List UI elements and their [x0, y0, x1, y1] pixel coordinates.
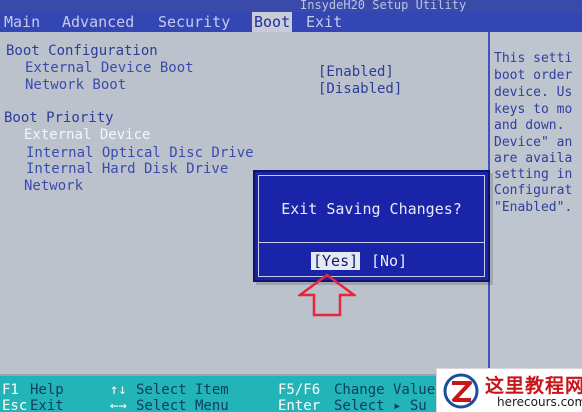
boot-config-heading: Boot Configuration [6, 43, 158, 59]
help-line: device. Us [494, 85, 573, 100]
help-line: boot order [494, 68, 573, 83]
menu-exit[interactable]: Exit [306, 12, 342, 32]
dialog-message: Exit Saving Changes? [281, 200, 462, 218]
watermark-logo-icon [443, 373, 479, 409]
footer-key: Esc [2, 398, 28, 412]
help-line: keys to mo [494, 102, 573, 117]
title-text: InsydeH20 Setup Utility [300, 0, 467, 12]
title-bar: InsydeH20 Setup Utility [0, 0, 582, 12]
help-panel: This setti boot order device. Us keys to… [488, 32, 582, 374]
dialog-frame: Exit Saving Changes? [Yes] [No] [258, 175, 485, 277]
footer-desc: Select ▸ Su [334, 398, 427, 412]
yes-button[interactable]: [Yes] [311, 252, 361, 270]
help-line: Configurat [494, 183, 573, 198]
network-boot-value[interactable]: [Disabled] [318, 81, 402, 97]
footer-key: ←→ [110, 398, 127, 412]
footer-desc: Select Item [136, 382, 229, 398]
footer-desc: Exit [30, 398, 64, 412]
help-line: This setti [494, 51, 573, 66]
footer-desc: Select Menu [136, 398, 229, 412]
footer-key: F5/F6 [278, 382, 321, 398]
menu-security[interactable]: Security [158, 12, 230, 32]
pointer-arrow-icon [298, 273, 356, 317]
boot-priority-heading: Boot Priority [4, 110, 114, 126]
help-line: are availa [494, 151, 573, 166]
external-device-boot-label[interactable]: External Device Boot [25, 60, 194, 76]
footer-desc: Change Values [334, 382, 444, 398]
boot-priority-item[interactable]: External Device [24, 127, 150, 143]
external-device-boot-value[interactable]: [Enabled] [318, 64, 394, 80]
help-line: "Enabled". [494, 200, 573, 215]
no-button[interactable]: [No] [369, 252, 409, 270]
menu-bar: Main Advanced Security Boot Exit [0, 12, 582, 32]
bios-screen: InsydeH20 Setup Utility Main Advanced Se… [0, 0, 582, 412]
footer-key: Enter [278, 398, 321, 412]
help-line: Device" an [494, 135, 573, 150]
menu-advanced[interactable]: Advanced [62, 12, 134, 32]
boot-priority-item[interactable]: Internal Hard Disk Drive [26, 161, 228, 177]
boot-priority-item[interactable]: Internal Optical Disc Drive [26, 145, 254, 161]
dialog-divider [259, 242, 484, 243]
footer-key: ↑↓ [110, 382, 127, 398]
menu-boot[interactable]: Boot [252, 12, 293, 32]
menu-main[interactable]: Main [4, 12, 40, 32]
exit-confirm-dialog: Exit Saving Changes? [Yes] [No] [253, 170, 490, 282]
watermark-url: herecours.com [497, 395, 582, 409]
site-watermark: 这里教程网 herecours.com [436, 368, 582, 412]
boot-priority-item[interactable]: Network [24, 178, 83, 194]
network-boot-label[interactable]: Network Boot [25, 77, 126, 93]
watermark-text: 这里教程网 [485, 375, 582, 397]
help-line: setting in [494, 167, 573, 182]
help-line: and down. [494, 118, 565, 133]
footer-key: F1 [2, 382, 19, 398]
footer-desc: Help [30, 382, 64, 398]
